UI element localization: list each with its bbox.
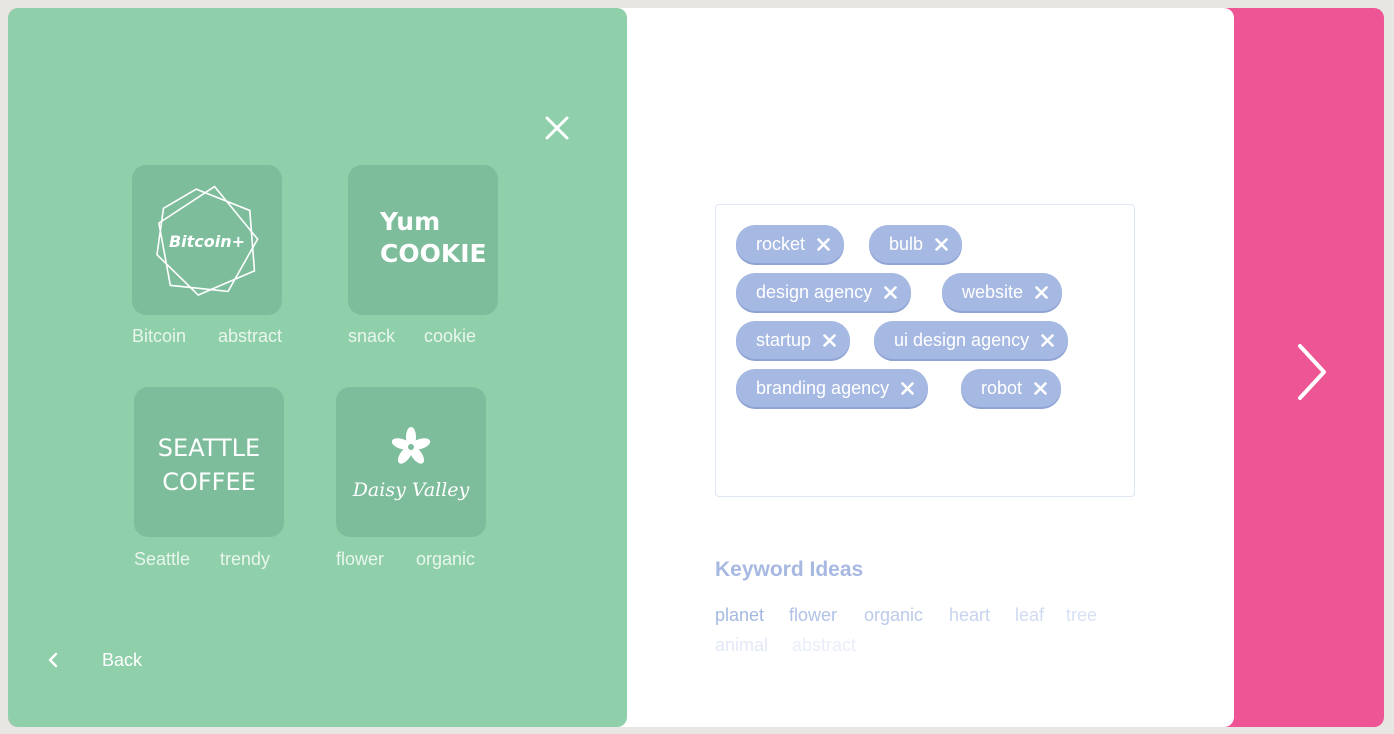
logo-text: Daisy Valley (352, 479, 470, 501)
seattle-logo-icon: SEATTLE COFFEE (158, 434, 260, 496)
remove-icon[interactable] (823, 333, 836, 347)
back-label: Back (102, 649, 143, 670)
chevron-right-icon[interactable] (1292, 340, 1332, 404)
logo-tag: abstract (218, 326, 283, 346)
keyword-chip-design-agency: design agency (736, 273, 912, 311)
chip-label: design agency (756, 281, 873, 302)
remove-icon[interactable] (817, 237, 830, 251)
remove-icon[interactable] (1035, 285, 1048, 299)
chip-label: startup (756, 329, 812, 350)
logo-text: COFFEE (162, 468, 256, 496)
chip-label: branding agency (756, 377, 890, 398)
remove-icon[interactable] (901, 381, 914, 395)
logo-text: Bitcoin+ (169, 232, 245, 251)
logo-tag: flower (336, 549, 385, 569)
remove-icon[interactable] (935, 237, 948, 251)
chevron-left-icon (48, 652, 58, 668)
keyword-idea[interactable]: flower (789, 605, 837, 626)
logo-tag: cookie (424, 326, 477, 346)
logo-tag: organic (416, 549, 476, 569)
logo-tag: trendy (220, 549, 271, 569)
remove-icon[interactable] (1034, 381, 1047, 395)
app-frame: rocket bulb design agency website startu… (8, 8, 1384, 727)
keyword-chip-branding-agency: branding agency (736, 369, 929, 407)
back-button[interactable]: Back (46, 645, 142, 675)
keyword-idea[interactable]: tree (1066, 605, 1097, 626)
keyword-chip-robot: robot (961, 369, 1062, 407)
logo-text: COOKIE (380, 239, 487, 268)
chip-label: website (962, 281, 1024, 302)
logo-text: SEATTLE (158, 434, 260, 462)
logo-card-bitcoin[interactable]: Bitcoin+ (132, 165, 282, 315)
chip-label: rocket (756, 233, 806, 254)
keyword-chip-startup: startup (736, 321, 851, 359)
keyword-chip-bulb: bulb (869, 225, 963, 263)
logo-tag: snack (348, 326, 396, 346)
keyword-chip-website: website (942, 273, 1063, 311)
chip-label: ui design agency (894, 329, 1030, 350)
bitcoin-logo-icon: Bitcoin+ (156, 185, 259, 296)
logo-tag: Seattle (134, 549, 191, 569)
logo-text: Yum (379, 207, 440, 236)
keyword-chip-rocket: rocket (736, 225, 845, 263)
keyword-idea[interactable]: organic (864, 605, 923, 626)
logo-card-seattle-coffee[interactable]: SEATTLE COFFEE (134, 387, 284, 537)
logo-tag: Bitcoin (132, 326, 187, 346)
keyword-chip-ui-design-agency: ui design agency (874, 321, 1069, 359)
flower-icon (391, 427, 431, 464)
remove-icon[interactable] (1041, 333, 1054, 347)
daisy-logo-icon: Daisy Valley (352, 427, 470, 501)
logo-card-yum-cookie[interactable]: Yum COOKIE (348, 165, 498, 315)
chip-label: robot (981, 377, 1023, 398)
chip-label: bulb (889, 233, 924, 254)
cookie-logo-icon: Yum COOKIE (379, 207, 487, 268)
keyword-idea[interactable]: leaf (1015, 605, 1044, 626)
keyword-idea[interactable]: animal (715, 635, 768, 656)
close-icon[interactable] (543, 114, 571, 142)
keyword-idea[interactable]: heart (949, 605, 990, 626)
keyword-idea[interactable]: planet (715, 605, 764, 626)
logo-panel: Bitcoin+ Bitcoin abstract Yum COOKIE sna… (8, 8, 627, 727)
remove-icon[interactable] (884, 285, 897, 299)
keyword-idea[interactable]: abstract (792, 635, 856, 656)
logo-card-daisy-valley[interactable]: Daisy Valley (336, 387, 486, 537)
keyword-ideas-title: Keyword Ideas (715, 558, 864, 581)
